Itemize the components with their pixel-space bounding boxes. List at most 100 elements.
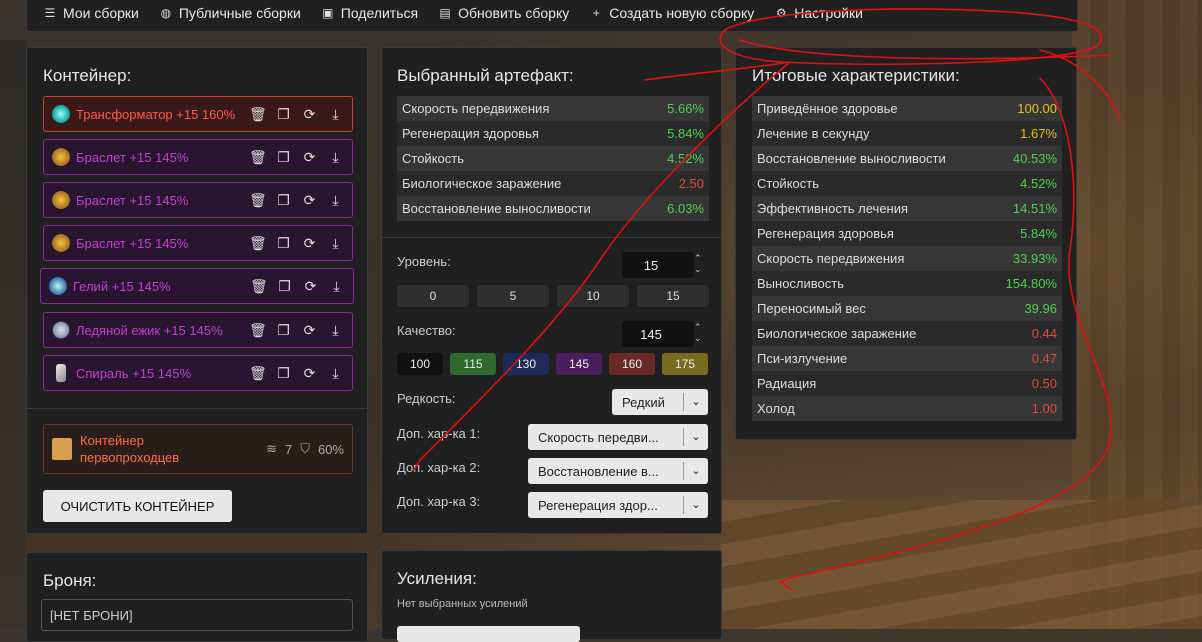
copy-icon[interactable]: ❐: [275, 192, 292, 209]
refresh-icon[interactable]: ⟳: [301, 149, 318, 166]
stat-name: Выносливость: [752, 271, 989, 296]
divider: [27, 408, 367, 409]
stat-name: Стойкость: [397, 146, 650, 171]
quality-quick-175[interactable]: 175: [662, 353, 708, 375]
copy-icon[interactable]: ❐: [275, 235, 292, 252]
artifact-slot-2[interactable]: Браслет +15 145% 🗑 ❐ ⟳ ⤓: [43, 139, 353, 175]
artifact-slot-6[interactable]: Ледяной ежик +15 145% 🗑 ❐ ⟳ ⤓: [43, 312, 353, 348]
update-build-button[interactable]: ▤ Обновить сборку: [438, 5, 569, 21]
refresh-icon[interactable]: ⟳: [301, 192, 318, 209]
transformer-icon: [52, 105, 70, 123]
artifact-slot-3[interactable]: Браслет +15 145% 🗑 ❐ ⟳ ⤓: [43, 182, 353, 218]
stat-name: Переносимый вес: [752, 296, 989, 321]
trash-icon[interactable]: 🗑: [249, 322, 267, 339]
table-row: Переносимый вес 39.96: [752, 296, 1062, 321]
save-icon: ▤: [439, 6, 451, 20]
chevron-down-icon: ⌄: [683, 393, 708, 411]
trash-icon[interactable]: 🗑: [249, 192, 267, 209]
quality-quick-100[interactable]: 100: [397, 353, 443, 375]
copy-icon[interactable]: ❐: [275, 365, 292, 382]
trash-icon[interactable]: 🗑: [249, 106, 267, 123]
refresh-icon[interactable]: ⟳: [301, 322, 318, 339]
refresh-icon[interactable]: ⟳: [302, 278, 319, 295]
artifact-slot-7[interactable]: Спираль +15 145% 🗑 ❐ ⟳ ⤓: [43, 355, 353, 391]
extra2-select[interactable]: Восстановление в... ⌄: [528, 458, 708, 484]
table-row: Восстановление выносливости 6.03%: [397, 196, 709, 221]
level-quick-15[interactable]: 15: [637, 285, 709, 307]
public-builds-button[interactable]: ◍ Публичные сборки: [159, 5, 301, 21]
copy-icon[interactable]: ❐: [275, 322, 292, 339]
extra1-value: Скорость передви...: [538, 429, 659, 445]
create-build-button[interactable]: + Создать новую сборку: [589, 5, 755, 21]
globe-icon: ◍: [160, 6, 172, 20]
my-builds-button[interactable]: ☰ Мои сборки: [43, 5, 139, 21]
rarity-select[interactable]: Редкий ⌄: [612, 389, 708, 415]
refresh-icon[interactable]: ⟳: [301, 106, 318, 123]
stat-name: Восстановление выносливости: [397, 196, 650, 221]
artifact-label: Браслет +15 145%: [76, 149, 189, 165]
copy-icon[interactable]: ❐: [275, 106, 292, 123]
level-stepper[interactable]: ⌃ ⌄: [694, 253, 702, 275]
artifact-slot-4[interactable]: Браслет +15 145% 🗑 ❐ ⟳ ⤓: [43, 225, 353, 261]
final-stats-title: Итоговые характеристики:: [752, 66, 960, 85]
download-icon[interactable]: ⤓: [327, 192, 344, 209]
refresh-icon[interactable]: ⟳: [301, 365, 318, 382]
quality-quick-115[interactable]: 115: [450, 353, 496, 375]
table-row: Эффективность лечения 14.51%: [752, 196, 1062, 221]
level-quick-0[interactable]: 0: [397, 285, 469, 307]
stat-value: 1.67%: [988, 121, 1062, 146]
extra2-label: Доп. хар-ка 2:: [397, 460, 481, 475]
container-name: Контейнер первопроходцев: [80, 433, 180, 465]
quality-quick-160[interactable]: 160: [609, 353, 655, 375]
extra2-value: Восстановление в...: [538, 463, 659, 479]
extra1-select[interactable]: Скорость передви... ⌄: [528, 424, 708, 450]
table-row: Скорость передвижения 5.66%: [397, 96, 709, 121]
artifact-slot-1[interactable]: Трансформатор +15 160% 🗑 ❐ ⟳ ⤓: [43, 96, 353, 132]
download-icon[interactable]: ⤓: [327, 106, 344, 123]
final-stats-panel: Итоговые характеристики: Приведённое здо…: [735, 47, 1077, 440]
stat-value: 0.44: [988, 321, 1062, 346]
quality-quick-145[interactable]: 145: [556, 353, 602, 375]
download-icon[interactable]: ⤓: [327, 149, 344, 166]
copy-icon[interactable]: ❐: [275, 149, 292, 166]
list-icon: ☰: [44, 6, 56, 20]
trash-icon[interactable]: 🗑: [250, 278, 268, 295]
container-card[interactable]: Контейнер первопроходцев ≋ 7 ⛉ 60%: [43, 424, 353, 474]
copy-icon[interactable]: ❐: [276, 278, 293, 295]
share-button[interactable]: ▣ Поделиться: [321, 5, 418, 21]
settings-label: Настройки: [794, 5, 863, 21]
download-icon[interactable]: ⤓: [327, 322, 344, 339]
stat-value: 1.00: [988, 396, 1062, 421]
stat-name: Холод: [752, 396, 989, 421]
level-input[interactable]: 15: [622, 252, 694, 278]
trash-icon[interactable]: 🗑: [249, 149, 267, 166]
artifact-label: Гелий +15 145%: [73, 278, 171, 294]
trash-icon[interactable]: 🗑: [249, 235, 267, 252]
download-icon[interactable]: ⤓: [327, 365, 344, 382]
artifact-slot-5[interactable]: Гелий +15 145% 🗑 ❐ ⟳ ⤓: [40, 268, 354, 304]
image-icon: ▣: [322, 6, 334, 20]
settings-button[interactable]: ⚙ Настройки: [774, 5, 863, 21]
table-row: Холод 1.00: [752, 396, 1062, 421]
add-boost-button[interactable]: [397, 626, 580, 642]
level-quick-5[interactable]: 5: [477, 285, 549, 307]
download-icon[interactable]: ⤓: [327, 235, 344, 252]
selected-artifact-panel: Выбранный артефакт: Скорость передвижени…: [381, 47, 722, 534]
clear-container-button[interactable]: ОЧИСТИТЬ КОНТЕЙНЕР: [43, 490, 232, 522]
quality-stepper[interactable]: ⌃ ⌄: [694, 322, 702, 344]
level-quick-10[interactable]: 10: [557, 285, 629, 307]
trash-icon[interactable]: 🗑: [249, 365, 267, 382]
quality-input[interactable]: 145: [622, 321, 694, 347]
extra3-label: Доп. хар-ка 3:: [397, 494, 481, 509]
quality-quick-130[interactable]: 130: [503, 353, 549, 375]
refresh-icon[interactable]: ⟳: [301, 235, 318, 252]
stat-name: Стойкость: [752, 171, 989, 196]
table-row: Скорость передвижения 33.93%: [752, 246, 1062, 271]
armor-select[interactable]: [НЕТ БРОНИ]: [41, 599, 353, 631]
level-label: Уровень:: [397, 254, 451, 269]
container-icon: [52, 438, 72, 460]
extra3-select[interactable]: Регенерация здор... ⌄: [528, 492, 708, 518]
table-row: Биологическое заражение 2.50: [397, 171, 709, 196]
stat-value: 5.84%: [988, 221, 1062, 246]
download-icon[interactable]: ⤓: [328, 278, 345, 295]
